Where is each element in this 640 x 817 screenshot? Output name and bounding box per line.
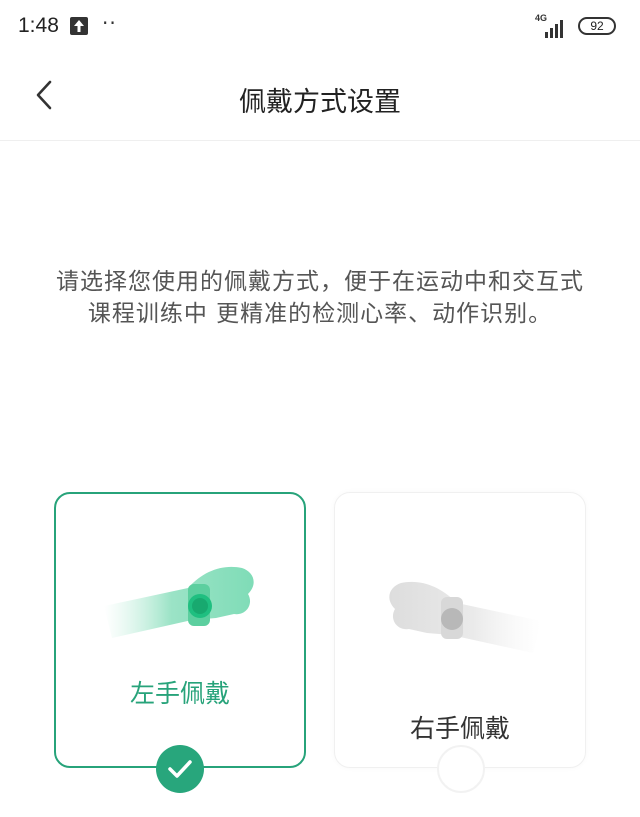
left-hand-option-card[interactable]: 左手佩戴 [54, 492, 306, 768]
network-signal-icon: 4G [533, 13, 567, 38]
description-text: 请选择您使用的佩戴方式，便于在运动中和交互式课程训练中 更精准的检测心率、动作识… [56, 269, 584, 327]
left-wrist-watch-icon [104, 566, 254, 638]
notification-dots: ·· [102, 11, 117, 35]
right-wrist-watch-icon [389, 581, 541, 653]
network-type: 4G [535, 13, 548, 23]
nav-bar: 佩戴方式设置 [0, 56, 640, 141]
right-hand-radio[interactable] [437, 745, 485, 793]
battery-level: 92 [590, 19, 604, 33]
left-hand-radio[interactable] [156, 745, 204, 793]
status-time: 1:48 [18, 14, 59, 37]
left-hand-label: 左手佩戴 [129, 679, 230, 708]
right-hand-label: 右手佩戴 [409, 714, 510, 743]
upload-arrow-icon [70, 17, 88, 35]
checkmark-icon [168, 760, 192, 778]
battery-icon: 92 [578, 17, 616, 35]
status-bar: 1:48 ·· 4G 92 [0, 0, 640, 56]
page-title: 佩戴方式设置 [239, 87, 401, 118]
right-hand-option-card[interactable]: 右手佩戴 [334, 492, 586, 768]
